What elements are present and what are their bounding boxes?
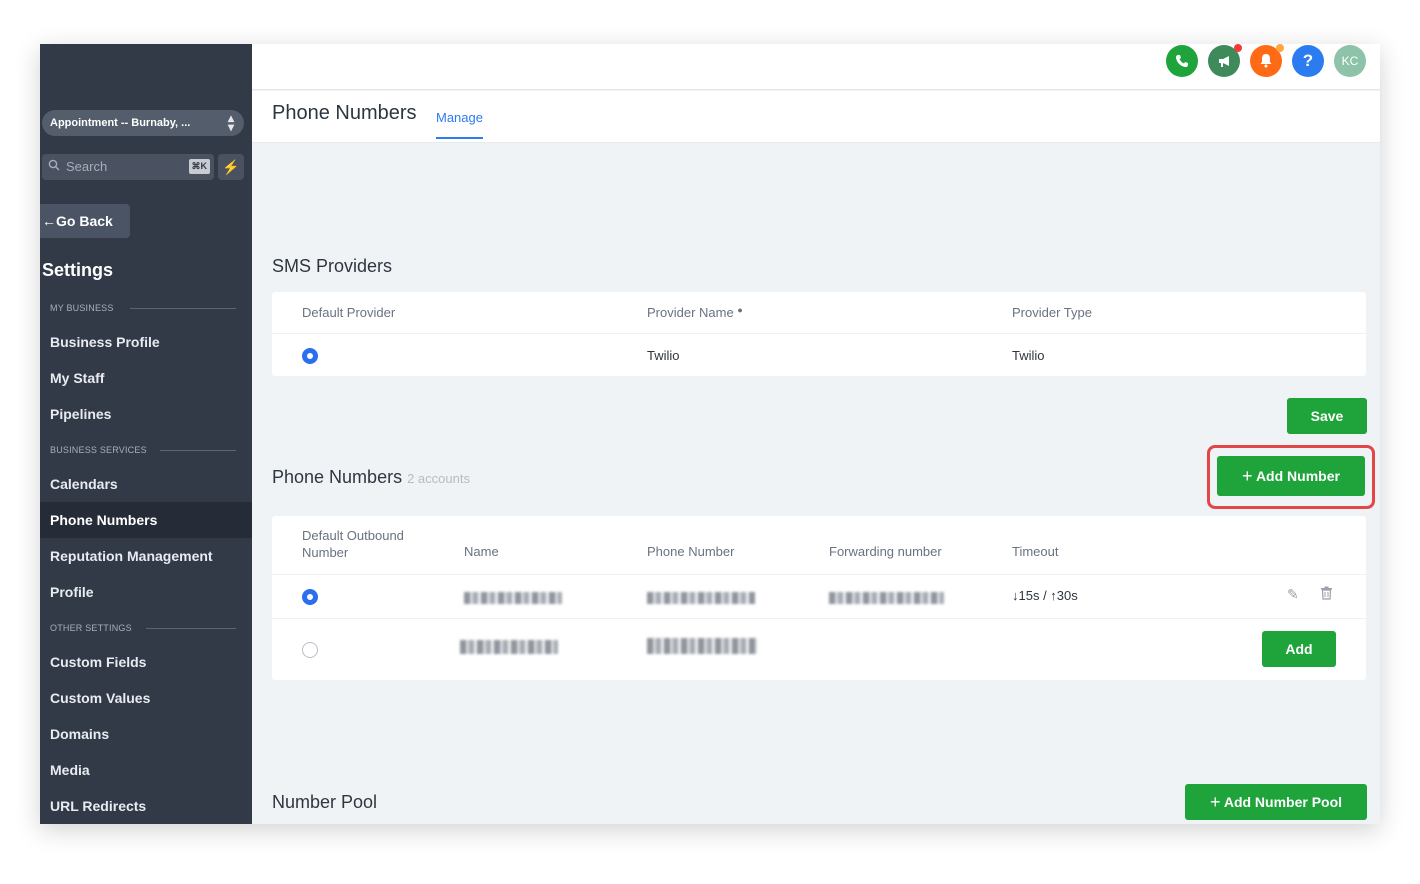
search-shortcut: ⌘K xyxy=(188,159,210,174)
phone-numbers-table: Default Outbound Number Name Phone Numbe… xyxy=(272,516,1366,680)
go-back-button[interactable]: ←Go Back xyxy=(40,204,130,238)
divider xyxy=(272,618,1366,619)
sidebar-item-url-redirects[interactable]: URL Redirects xyxy=(40,788,252,824)
phone-icon[interactable] xyxy=(1166,45,1198,77)
default-provider-radio[interactable] xyxy=(302,348,318,364)
arrow-left-icon: ← xyxy=(42,213,56,229)
column-header: Timeout xyxy=(1012,544,1059,559)
phone-numbers-title: Phone Numbers 2 accounts xyxy=(272,467,470,488)
sidebar-item-domains[interactable]: Domains xyxy=(40,716,252,752)
topbar-icons: ? KC xyxy=(1166,44,1372,77)
sms-providers-title: SMS Providers xyxy=(272,256,393,276)
sms-providers-table: Default Provider Provider Name ● Provide… xyxy=(272,292,1366,376)
column-header: Phone Number xyxy=(647,544,735,559)
avatar[interactable]: KC xyxy=(1334,45,1366,77)
column-header: Forwarding number xyxy=(829,544,942,559)
megaphone-icon[interactable] xyxy=(1208,44,1242,77)
column-header: Name xyxy=(464,544,499,559)
settings-title: Settings xyxy=(42,260,114,280)
column-header: Default Provider xyxy=(302,305,396,320)
sidebar-item-media[interactable]: Media xyxy=(40,752,252,788)
page-title: Phone Numbers xyxy=(272,102,417,124)
default-outbound-radio[interactable] xyxy=(302,642,318,658)
add-number-pool-label: Add Number Pool xyxy=(1223,794,1343,810)
save-button[interactable]: Save xyxy=(1287,398,1367,434)
sidebar-item-phone-numbers[interactable]: Phone Numbers xyxy=(40,502,252,538)
location-switcher[interactable]: Appointment -- Burnaby, ... ▴ ▾ xyxy=(42,110,244,136)
top-bar: ? KC xyxy=(252,44,1380,90)
plus-icon: + xyxy=(1209,792,1221,812)
accounts-count: 2 accounts xyxy=(407,471,470,486)
column-header: Provider Type xyxy=(1012,305,1092,320)
notification-dot xyxy=(1276,44,1284,52)
app-window: Appointment -- Burnaby, ... ▴ ▾ Search ⌘K… xyxy=(40,44,1380,824)
divider xyxy=(146,628,236,629)
location-name: Appointment -- Burnaby, ... xyxy=(50,117,191,129)
notification-dot xyxy=(1234,44,1242,52)
default-outbound-radio[interactable] xyxy=(302,589,318,605)
column-header-label: Provider Name xyxy=(647,305,734,320)
plus-icon: + xyxy=(1242,466,1253,486)
redacted-forwarding-number xyxy=(829,592,944,604)
sidebar: Appointment -- Burnaby, ... ▴ ▾ Search ⌘K… xyxy=(40,44,252,824)
search-placeholder: Search xyxy=(66,159,108,174)
add-number-label: Add Number xyxy=(1255,468,1340,484)
main-content: ? KC Phone Numbers Manage SMS Providers … xyxy=(252,44,1380,824)
sidebar-item-custom-values[interactable]: Custom Values xyxy=(40,680,252,716)
search-icon xyxy=(48,159,60,171)
column-header: Provider Name ● xyxy=(647,305,743,320)
bell-icon[interactable] xyxy=(1250,44,1284,77)
help-icon[interactable]: ? xyxy=(1292,45,1324,77)
sidebar-item-reputation-management[interactable]: Reputation Management xyxy=(40,538,252,574)
chevron-updown-icon: ▴ ▾ xyxy=(227,111,234,134)
trash-icon[interactable] xyxy=(1320,586,1333,603)
sidebar-item-profile[interactable]: Profile xyxy=(40,574,252,610)
info-icon[interactable]: ● xyxy=(737,305,742,315)
section-label-business-services: BUSINESS SERVICES xyxy=(50,445,147,455)
redacted-name xyxy=(464,592,562,604)
divider xyxy=(272,333,1366,334)
go-back-label: Go Back xyxy=(56,213,113,229)
divider xyxy=(130,308,236,309)
timeout-value: ↓15s / ↑30s xyxy=(1012,588,1078,603)
sidebar-item-business-profile[interactable]: Business Profile xyxy=(40,324,252,360)
phone-numbers-heading: Phone Numbers xyxy=(272,467,403,487)
quick-action-bolt-icon[interactable]: ⚡ xyxy=(218,154,244,180)
tab-manage[interactable]: Manage xyxy=(436,110,483,139)
provider-type: Twilio xyxy=(1012,348,1045,363)
add-button[interactable]: Add xyxy=(1262,631,1336,667)
sidebar-item-my-staff[interactable]: My Staff xyxy=(40,360,252,396)
number-pool-title: Number Pool xyxy=(272,792,378,812)
divider xyxy=(160,450,236,451)
section-label-other-settings: OTHER SETTINGS xyxy=(50,623,132,633)
column-header: Default Outbound Number xyxy=(302,528,404,560)
sidebar-item-calendars[interactable]: Calendars xyxy=(40,466,252,502)
sidebar-item-custom-fields[interactable]: Custom Fields xyxy=(40,644,252,680)
page-header: Phone Numbers Manage xyxy=(252,91,1380,143)
provider-name: Twilio xyxy=(647,348,680,363)
redacted-phone-number xyxy=(647,638,757,654)
section-label-my-business: MY BUSINESS xyxy=(50,303,114,313)
search-input[interactable]: Search ⌘K xyxy=(42,154,214,180)
redacted-name xyxy=(460,640,558,654)
add-number-button[interactable]: + Add Number xyxy=(1217,456,1365,496)
sidebar-item-pipelines[interactable]: Pipelines xyxy=(40,396,252,432)
redacted-phone-number xyxy=(647,592,755,604)
divider xyxy=(272,574,1366,575)
edit-icon[interactable]: ✎ xyxy=(1287,586,1299,603)
add-number-pool-button[interactable]: + Add Number Pool xyxy=(1185,784,1367,820)
